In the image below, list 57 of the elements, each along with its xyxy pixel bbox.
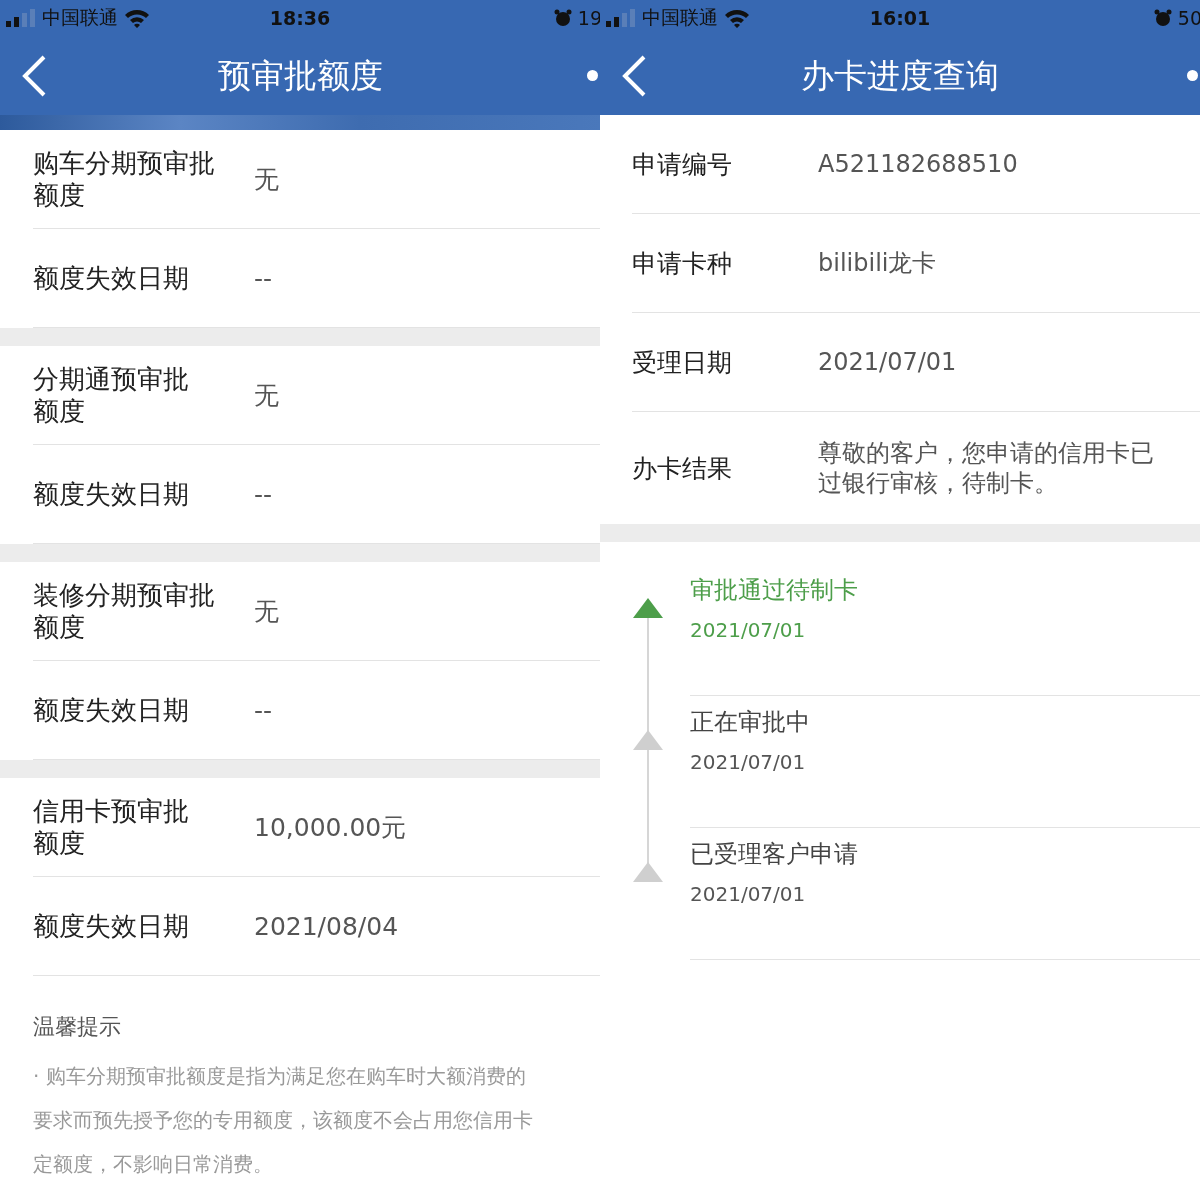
field-value: 10,000.00元 [254,811,407,844]
tip-text: 要求而预先授予您的专用额度，该额度不会占用您信用卡 [33,1107,534,1134]
field-value: 2021/08/04 [254,911,399,941]
status-text: 已受理客户申请 [690,839,859,870]
carrier-name: 中国联通 [42,5,118,30]
field-label: 额度 [33,395,85,427]
status-text: 正在审批中 [690,707,811,738]
wifi-icon [724,8,750,28]
field-value: 2021/07/01 [818,347,957,377]
field-label: 额度 [33,827,85,859]
tips-title: 温馨提示 [33,1013,122,1041]
field-label: 购车分期预审批 [33,147,215,179]
field-value: 尊敬的客户，您申请的信用卡已 [818,438,1154,468]
field-value: 无 [254,595,279,628]
wifi-icon [124,8,150,28]
field-value: 无 [254,379,279,412]
more-icon[interactable] [587,70,598,81]
field-value: 过银行审核，待制卡。 [818,468,1059,498]
field-value: bilibili龙卡 [818,248,937,278]
carrier-name: 中国联通 [642,5,718,30]
field-label: 办卡结果 [632,452,733,485]
field-label: 额度失效日期 [33,910,189,942]
alarm-icon [553,9,572,27]
back-icon[interactable] [620,53,648,98]
field-label: 额度失效日期 [33,262,189,294]
tip-text: 定额度，不影响日常消费。 [33,1151,274,1178]
signal-icon [6,9,36,27]
back-icon[interactable] [20,53,48,98]
alarm-icon [1153,9,1172,27]
status-date: 2021/07/01 [690,750,807,774]
field-label: 受理日期 [632,346,733,379]
page-title: 办卡进度查询 [801,55,999,97]
field-label: 申请卡种 [632,247,733,280]
page-title: 预审批额度 [217,55,383,97]
tip-text: · 购车分期预审批额度是指为满足您在购车时大额消费的 [33,1063,527,1090]
more-icon[interactable] [1187,70,1198,81]
field-label: 额度 [33,611,85,643]
field-value: -- [254,695,273,725]
field-label: 额度 [33,179,85,211]
field-value: -- [254,479,273,509]
field-label: 额度失效日期 [33,694,189,726]
field-label: 额度失效日期 [33,478,189,510]
field-label: 信用卡预审批 [33,795,189,827]
field-label: 装修分期预审批 [33,579,215,611]
status-date: 2021/07/01 [690,882,807,906]
field-value: 无 [254,163,279,196]
status-time: 16:01 [869,7,931,29]
battery-percentage: 19 [577,7,600,29]
battery-percentage: 50 [1177,7,1200,29]
field-value: -- [254,263,273,293]
status-time: 18:36 [269,7,331,29]
status-date: 2021/07/01 [690,618,807,642]
field-value: A521182688510 [818,149,1018,179]
field-label: 分期通预审批 [33,363,189,395]
status-text: 审批通过待制卡 [690,575,859,606]
field-label: 申请编号 [632,148,733,181]
signal-icon [606,9,636,27]
